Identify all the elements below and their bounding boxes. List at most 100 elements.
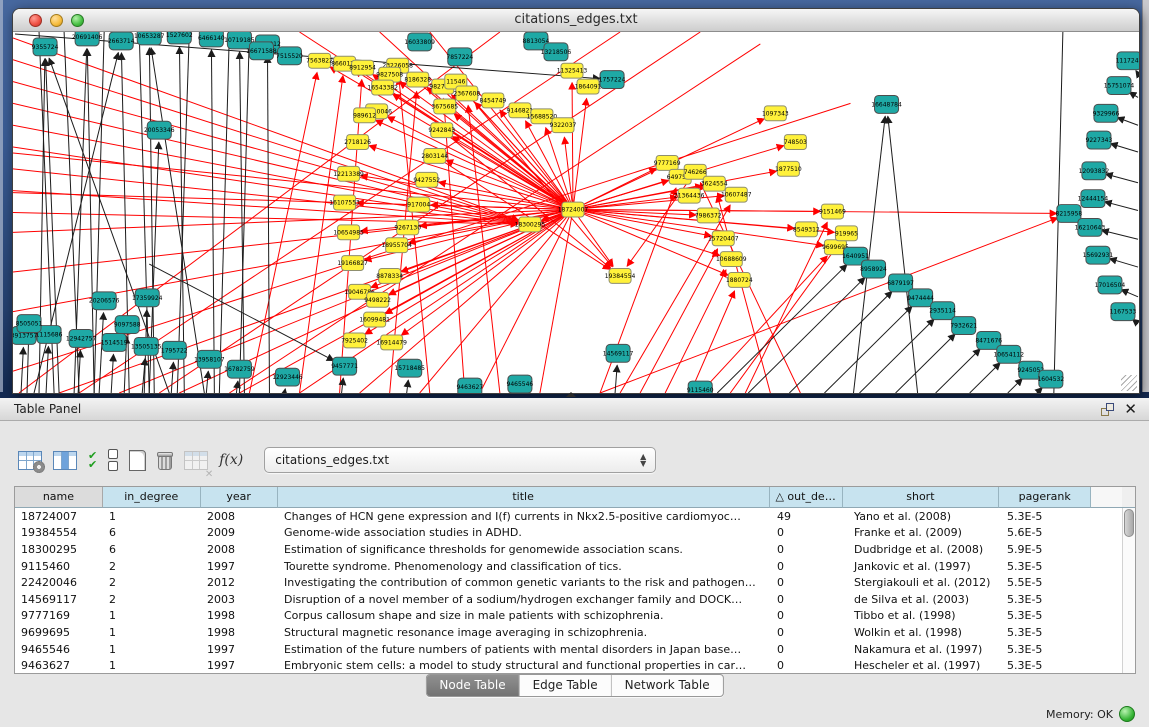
row-height-icon[interactable] [108,446,118,474]
graph-node[interactable]: 3675685 [431,99,458,114]
graph-node[interactable]: 917004 [407,197,430,212]
graph-node[interactable]: 1757224 [599,71,626,89]
graph-node[interactable]: 1795722 [161,341,188,359]
graph-node[interactable]: 1877510 [775,161,802,176]
graph-node[interactable]: 2367608 [453,86,480,101]
graph-node[interactable]: 7515520 [276,47,303,65]
graph-node[interactable]: 8958924 [860,260,887,278]
column-header-title[interactable]: title [278,487,770,508]
graph-node[interactable]: 9355724 [32,38,59,56]
table-row[interactable]: 946362711997Embryonic stem cells: a mode… [15,657,1122,673]
graph-node[interactable]: 12444154 [1078,190,1109,208]
graph-node[interactable]: 1864091 [575,79,602,94]
graph-node[interactable]: 7563822 [306,53,333,68]
graph-node[interactable]: 1167533 [1110,303,1137,321]
graph-node[interactable]: 13218506 [541,43,572,61]
graph-node[interactable]: 9777169 [654,155,681,170]
graph-node[interactable]: 18300295 [515,217,546,232]
column-header-out_de[interactable]: △ out_de… [770,487,843,508]
graph-node[interactable]: 17016504 [1095,276,1126,294]
graph-node[interactable]: 748503 [784,135,807,150]
table-row[interactable]: 1456911722003Disruption of a novel membe… [15,591,1122,608]
graph-node[interactable]: 989612 [353,108,376,123]
graph-node[interactable]: 2803144 [421,149,448,164]
graph-node[interactable]: 3624554 [701,176,728,191]
graph-node[interactable]: 7925402 [341,333,368,348]
column-header-pagerank[interactable]: pagerank [999,487,1091,508]
tab-edge-table[interactable]: Edge Table [519,675,611,696]
table-row[interactable]: 1938455462009Genome-wide association stu… [15,525,1122,542]
graph-node[interactable]: 20206576 [89,292,120,310]
graph-node[interactable]: 9151469 [819,204,846,219]
graph-node[interactable]: 1514519 [101,333,128,351]
graph-node[interactable]: 9474444 [907,289,934,307]
graph-node[interactable]: 15751074 [1104,77,1135,95]
graph-node[interactable]: 7986372 [695,208,722,223]
column-header-in_degree[interactable]: in_degree [103,487,201,508]
graph-node[interactable]: 8912954 [349,60,376,75]
graph-node[interactable]: 9463627 [456,378,483,393]
close-panel-icon[interactable]: ✕ [1124,400,1137,418]
selection-mode-icon[interactable]: ✔✔ [88,446,97,474]
graph-node[interactable]: 16671588 [246,42,277,60]
table-row[interactable]: 969969511998Structural magnetic resonanc… [15,624,1122,641]
show-columns-icon[interactable] [53,446,77,474]
graph-node[interactable]: 2935114 [929,302,956,320]
graph-node[interactable]: 16914479 [376,335,407,350]
graph-node[interactable]: 16107553 [329,195,360,210]
graph-node[interactable]: 7857224 [446,48,473,66]
graph-node[interactable]: 15720407 [708,231,739,246]
delete-column-icon[interactable] [157,446,173,474]
table-row[interactable]: 2242004622012Investigating the contribut… [15,574,1122,591]
graph-node[interactable]: 2663714 [108,32,135,50]
table-row[interactable]: 1830029562008Estimation of significance … [15,541,1122,558]
graph-node[interactable]: 12942757 [66,330,97,348]
graph-node[interactable]: 8454749 [479,93,506,108]
column-header-short[interactable]: short [843,487,1000,508]
graph-node[interactable]: 13505135 [131,337,162,355]
scrollbar-thumb[interactable] [1124,509,1134,537]
graph-node[interactable]: 9465546 [507,375,534,393]
graph-node[interactable]: 20053346 [144,121,175,139]
graph-node[interactable]: 2718126 [344,135,371,150]
graph-node[interactable]: 12923446 [272,368,303,386]
graph-node[interactable]: 12213389 [333,166,364,181]
graph-node[interactable]: 10654112 [993,345,1024,363]
graph-node[interactable]: 1097343 [762,106,789,121]
graph-node[interactable]: 18724007 [558,202,589,217]
graph-node[interactable]: 9427552 [413,172,440,187]
graph-node[interactable]: 18955704 [381,238,412,253]
graph-node[interactable]: 16782759 [224,360,255,378]
graph-node[interactable]: 15718485 [394,359,425,377]
column-header-year[interactable]: year [201,487,278,508]
graph-node[interactable]: 1880724 [726,273,753,288]
graph-node[interactable]: 1117243 [1116,52,1139,70]
graph-node[interactable]: 19384554 [605,269,636,284]
vertical-scrollbar[interactable] [1122,508,1135,673]
graph-node[interactable]: 10688609 [716,252,747,267]
column-header-name[interactable]: name [15,487,103,508]
graph-node[interactable]: 8505051 [16,315,43,333]
graph-node[interactable]: 9329966 [1093,104,1120,122]
table-row[interactable]: 911546021997Tourette syndrome. Phenomeno… [15,558,1122,575]
graph-node[interactable]: 19166827 [337,256,368,271]
network-view[interactable]: 1872400718300295193845549777169649756874… [13,32,1139,393]
graph-node[interactable]: 8549312 [793,222,820,237]
graph-node[interactable]: 14569117 [603,344,634,362]
graph-node[interactable]: 16210643 [1075,218,1106,236]
graph-node[interactable]: 13958107 [194,350,225,368]
resize-grip-icon[interactable] [1121,375,1137,391]
network-window-titlebar[interactable]: citations_edges.txt [13,9,1139,32]
graph-node[interactable]: 17359924 [132,289,163,307]
graph-node[interactable]: 9457771 [331,357,358,375]
graph-node[interactable]: 8878334 [376,269,403,284]
graph-node[interactable]: 16033809 [404,33,435,51]
graph-node[interactable]: 10654985 [333,225,364,240]
function-builder-icon[interactable]: f(x) [219,446,243,474]
graph-node[interactable]: 919965 [835,226,858,241]
graph-node[interactable]: 9097588 [114,316,141,334]
table-row[interactable]: 977716911998Corpus callosum shape and si… [15,608,1122,625]
delete-table-icon[interactable]: ✕ [184,446,208,474]
float-panel-icon[interactable] [1100,402,1115,417]
graph-node[interactable]: 7932621 [950,317,977,335]
